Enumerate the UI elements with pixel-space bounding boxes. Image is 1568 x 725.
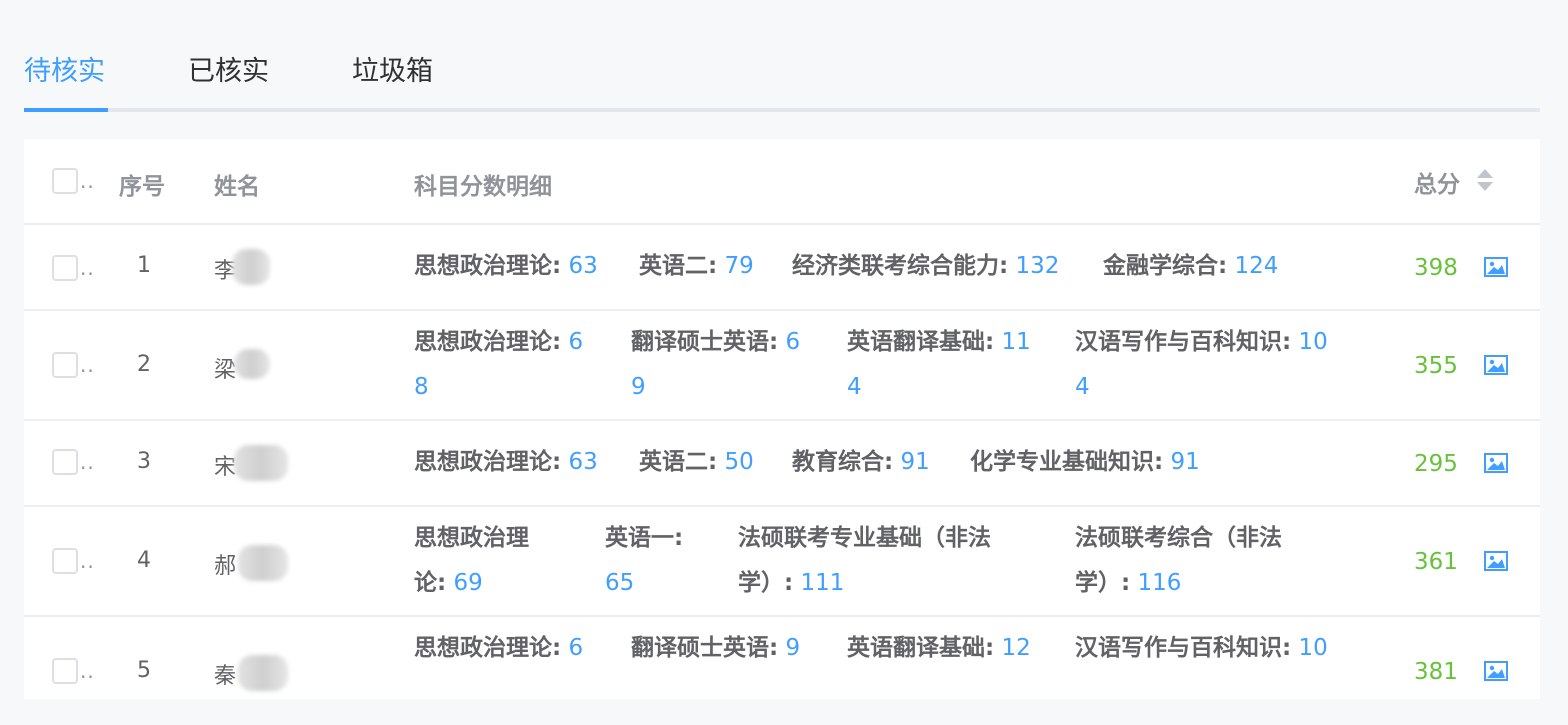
header-name: 姓名 <box>214 174 260 200</box>
row-seq: 3 <box>137 449 151 474</box>
name-redaction <box>234 445 288 481</box>
image-icon[interactable] <box>1484 257 1508 277</box>
image-icon[interactable] <box>1484 355 1508 375</box>
row-seq: 1 <box>137 253 151 278</box>
subject-score: 法硕联考专业基础（非法 学）: 111 <box>738 525 991 596</box>
subject-score: 思想政治理论: 63 <box>414 449 598 475</box>
total-score: 295 <box>1414 451 1458 477</box>
row-ellipsis: .. <box>80 353 95 377</box>
subject-score: 金融学综合: 124 <box>1103 253 1279 279</box>
row-seq: 4 <box>137 548 151 573</box>
row-seq: 5 <box>137 658 151 683</box>
row-checkbox[interactable] <box>52 548 78 574</box>
image-icon[interactable] <box>1484 453 1508 473</box>
sort-caret-icon[interactable] <box>1475 167 1495 193</box>
subject-score: 汉语写作与百科知识: 10 <box>1075 635 1328 661</box>
active-tab-underline <box>24 108 108 112</box>
table-row[interactable]: .. 4 郝 思想政治理 论: 69 英语一: 65 法硕联考专业基础（非法 学）: … <box>24 507 1540 617</box>
subject-score: 翻译硕士英语: 69 <box>631 329 801 400</box>
header-subjects: 科目分数明细 <box>414 174 552 200</box>
subject-score: 思想政治理论: 6 <box>414 635 584 661</box>
subject-score: 法硕联考综合（非法 学）: 116 <box>1075 525 1282 596</box>
row-name: 秦 <box>214 664 237 689</box>
subject-score: 化学专业基础知识: 91 <box>970 449 1200 475</box>
subject-score: 思想政治理 论: 69 <box>414 525 529 596</box>
row-name: 梁 <box>214 358 237 383</box>
subject-score: 思想政治理论: 68 <box>414 329 584 400</box>
select-all-ellipsis: .. <box>80 169 95 193</box>
row-ellipsis: .. <box>80 659 95 683</box>
total-score: 381 <box>1414 659 1458 685</box>
row-name: 宋 <box>214 455 237 480</box>
row-ellipsis: .. <box>80 549 95 573</box>
subject-score: 汉语写作与百科知识: 10 4 <box>1075 329 1328 400</box>
table-header: .. 序号 姓名 科目分数明细 总分 <box>24 139 1540 225</box>
tab-trash[interactable]: 垃圾箱 <box>352 52 433 92</box>
subject-score: 英语一: 65 <box>605 525 684 596</box>
subject-score: 英语二: 79 <box>639 253 754 279</box>
header-total[interactable]: 总分 <box>1414 165 1460 199</box>
subject-score: 翻译硕士英语: 9 <box>631 635 801 661</box>
name-redaction <box>234 349 270 379</box>
tab-pending[interactable]: 待核实 <box>24 52 105 92</box>
select-all-checkbox[interactable] <box>52 168 78 194</box>
name-redaction <box>232 249 270 285</box>
tab-bar: 待核实 已核实 垃圾箱 <box>24 40 1540 112</box>
row-checkbox[interactable] <box>52 658 78 684</box>
name-redaction <box>238 655 288 691</box>
table-row[interactable]: .. 2 梁 思想政治理论: 68 翻译硕士英语: 69 英语翻译基础: 11 4… <box>24 311 1540 421</box>
subject-score: 英语二: 50 <box>639 449 754 475</box>
image-icon[interactable] <box>1484 551 1508 571</box>
header-seq: 序号 <box>119 174 165 200</box>
total-score: 355 <box>1414 353 1458 379</box>
subject-score: 经济类联考综合能力: 132 <box>792 253 1060 279</box>
subject-score: 教育综合: 91 <box>792 449 930 475</box>
row-ellipsis: .. <box>80 256 95 280</box>
row-seq: 2 <box>137 352 151 377</box>
table-row[interactable]: .. 3 宋 思想政治理论: 63 英语二: 50 教育综合: 91 化学专业基… <box>24 421 1540 507</box>
subject-score: 英语翻译基础: 11 4 <box>847 329 1031 400</box>
table-panel: .. 序号 姓名 科目分数明细 总分 .. 1 李 思想政治理论: 63 英语二… <box>24 139 1540 699</box>
table-row[interactable]: .. 1 李 思想政治理论: 63 英语二: 79 经济类联考综合能力: 132… <box>24 225 1540 311</box>
row-checkbox[interactable] <box>52 352 78 378</box>
table-row[interactable]: .. 5 秦 思想政治理论: 6 翻译硕士英语: 9 英语翻译基础: 12 汉语… <box>24 617 1540 725</box>
row-checkbox[interactable] <box>52 449 78 475</box>
name-redaction <box>238 545 288 581</box>
image-icon[interactable] <box>1484 661 1508 681</box>
subject-score: 思想政治理论: 63 <box>414 253 598 279</box>
row-checkbox[interactable] <box>52 255 78 281</box>
total-score: 361 <box>1414 549 1458 575</box>
row-name: 郝 <box>214 554 237 579</box>
total-score: 398 <box>1414 255 1458 281</box>
tab-verified[interactable]: 已核实 <box>188 52 269 92</box>
subject-score: 英语翻译基础: 12 <box>847 635 1031 661</box>
row-ellipsis: .. <box>80 450 95 474</box>
